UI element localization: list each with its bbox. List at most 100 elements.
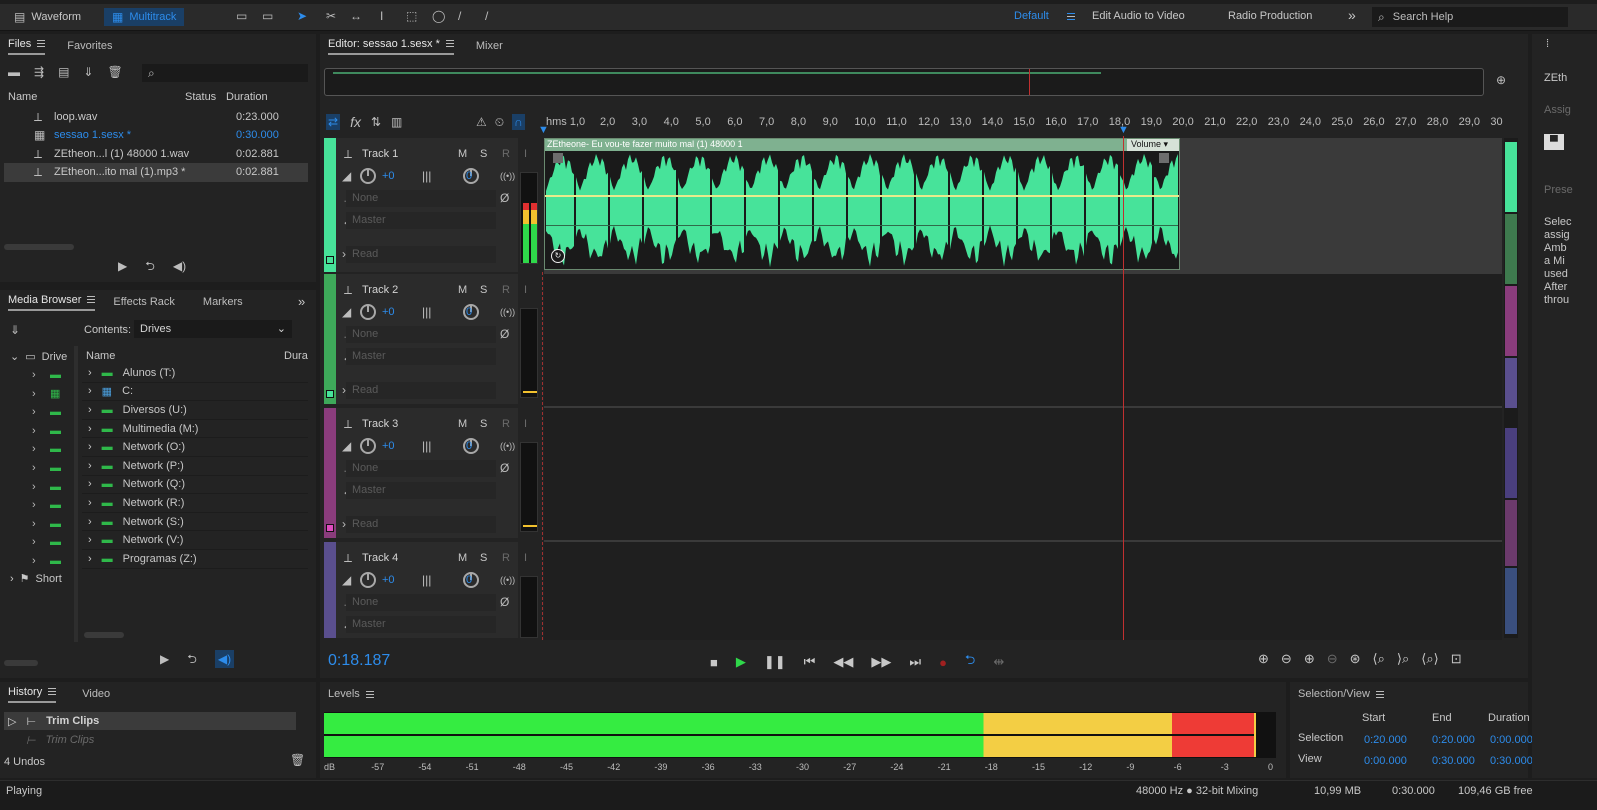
panel-menu-icon[interactable] [445, 40, 454, 48]
volume-value[interactable]: +0 [382, 574, 395, 586]
tab-history[interactable]: History [8, 686, 57, 703]
workspace-radio[interactable]: Radio Production [1228, 10, 1312, 22]
spectral-frequency-icon[interactable]: ▭ [236, 10, 247, 22]
zoom-in-point-icon[interactable]: ⟨⌕ [1373, 651, 1385, 667]
track-2-header[interactable]: ⟂ Track 2 M S R I ◢ +0 ||| 0 ((•)) → Non… [324, 274, 538, 404]
tab-media-browser[interactable]: Media Browser [8, 294, 96, 311]
view-duration-field[interactable]: 0:30.000 [1490, 755, 1533, 767]
col-duration[interactable]: Dura [284, 350, 308, 362]
start-marker-icon[interactable]: ▼ [538, 124, 549, 136]
automation-mode-select[interactable]: Read [346, 246, 496, 263]
track-name[interactable]: Track 2 [362, 284, 398, 296]
input-select[interactable]: None [346, 594, 496, 611]
mute-button[interactable]: M [458, 148, 467, 160]
stop-icon[interactable]: ■ [710, 655, 718, 670]
solo-button[interactable]: S [480, 552, 487, 564]
levels-title[interactable]: Levels [328, 688, 374, 700]
solo-button[interactable]: S [480, 418, 487, 430]
list-item[interactable]: › ▬ Network (P:) [82, 457, 308, 476]
track-scroll-overview[interactable] [1504, 138, 1518, 638]
pan-value[interactable]: 0 [466, 170, 472, 182]
panel-menu-icon[interactable] [1375, 690, 1384, 698]
zoom-navigator-icon[interactable]: ⊕ [1496, 74, 1506, 86]
output-select[interactable]: Master [346, 348, 496, 365]
col-status[interactable]: Status [185, 91, 216, 103]
col-name[interactable]: Name [8, 91, 37, 103]
file-item[interactable]: ⟂ ZEtheon...ito mal (1).mp3 * 0:02.881 [4, 163, 308, 182]
tree-scrollbar[interactable] [4, 660, 38, 666]
tree-drive-item[interactable]: › › › › › › › › › › › [32, 366, 36, 571]
multitrack-button[interactable]: ▦ Multitrack [104, 8, 185, 26]
tab-video[interactable]: Video [82, 688, 110, 700]
search-help-field[interactable]: ⌕ Search Help [1372, 7, 1568, 27]
volume-knob[interactable] [360, 572, 376, 588]
volume-knob[interactable] [360, 304, 376, 320]
list-scrollbar[interactable] [84, 632, 124, 638]
zoom-in-time-icon[interactable]: ⊕ [1304, 651, 1315, 667]
tab-mixer[interactable]: Mixer [476, 40, 503, 52]
monitor-input-button[interactable]: I [524, 148, 527, 160]
loop-playback-icon[interactable]: ⮌ [965, 651, 975, 673]
workspace-menu-icon[interactable] [1066, 12, 1075, 20]
workspace-edit-audio[interactable]: Edit Audio to Video [1092, 10, 1185, 22]
record-arm-button[interactable]: R [502, 552, 510, 564]
files-scrollbar[interactable] [4, 244, 74, 250]
timer-icon[interactable]: ⏲ [495, 116, 504, 128]
import-icon[interactable]: ⇶ [34, 66, 44, 78]
list-item[interactable]: › ▬ Network (S:) [82, 513, 308, 532]
clip-loop-icon[interactable]: ↻ [551, 249, 565, 263]
snap-icon[interactable]: ∩ [512, 114, 525, 130]
tree-splitter[interactable] [74, 346, 78, 642]
mute-button[interactable]: M [458, 552, 467, 564]
sends-icon[interactable]: ⇅ [371, 116, 381, 128]
time-ruler[interactable]: hms 1,0 2,0 3,0 4,0 5,0 6,0 7,0 8,0 9,0 10,0 11,0… [538, 114, 1503, 136]
zoom-all-icon[interactable]: ⟨⌕⟩ [1421, 651, 1438, 667]
comment-icon[interactable]: ▀ [1544, 134, 1564, 150]
record-arm-button[interactable]: R [502, 284, 510, 296]
record-arm-button[interactable]: R [502, 148, 510, 160]
sum-icon[interactable]: ((•)) [500, 170, 515, 182]
track-3-lane[interactable] [544, 406, 1502, 540]
list-item[interactable]: › ▬ Network (O:) [82, 438, 308, 457]
list-item[interactable]: › ▬ Network (Q:) [82, 476, 308, 495]
loop-icon[interactable]: ⮌ [187, 653, 197, 665]
panels-more-button[interactable]: » [298, 294, 305, 309]
mute-button[interactable]: M [458, 418, 467, 430]
pan-value[interactable]: 0 [466, 574, 472, 586]
zoom-out-full-icon[interactable]: ⊖ [1327, 651, 1338, 667]
solo-button[interactable]: S [480, 148, 487, 160]
volume-value[interactable]: +0 [382, 170, 395, 182]
monitor-input-button[interactable]: I [524, 284, 527, 296]
panel-menu-icon[interactable] [37, 40, 46, 48]
track-name[interactable]: Track 4 [362, 552, 398, 564]
list-item[interactable]: › ▬ Diversos (U:) [82, 401, 308, 420]
import-media-icon[interactable]: ⇓ [10, 324, 20, 336]
tree-drives[interactable]: ⌄ ▭ Drive [10, 350, 67, 364]
play-icon[interactable]: ▶ [118, 260, 127, 272]
selection-end-field[interactable]: 0:20.000 [1432, 734, 1475, 746]
automation-mode-select[interactable]: Read [346, 516, 496, 533]
go-to-start-icon[interactable]: ⏮ [804, 654, 816, 670]
input-select[interactable]: None [346, 460, 496, 477]
phase-invert-icon[interactable]: Ø [500, 192, 509, 204]
zoom-out-amplitude-icon[interactable]: ⊖ [1281, 651, 1292, 667]
inputs-outputs-icon[interactable]: ⇄ [326, 114, 341, 130]
history-item[interactable]: ▷ ⊢ Trim Clips [4, 712, 296, 730]
view-end-field[interactable]: 0:30.000 [1432, 755, 1475, 767]
record-arm-button[interactable]: R [502, 418, 510, 430]
mute-button[interactable]: M [458, 284, 467, 296]
list-item[interactable]: › ▬ Network (V:) [82, 531, 308, 550]
phase-invert-icon[interactable]: Ø [500, 462, 509, 474]
selection-duration-field[interactable]: 0:00.000 [1490, 734, 1533, 746]
skip-selection-icon[interactable]: ⇹ [993, 654, 1004, 670]
spectral-pitch-icon[interactable]: ▭ [262, 10, 273, 22]
track-3-header[interactable]: ⟂ Track 3 M S R I ◢ +0 ||| 0 ((•)) → Non… [324, 408, 538, 538]
lasso-icon[interactable]: ◯ [432, 10, 445, 22]
clip-fade-in-handle[interactable] [553, 153, 563, 163]
slip-tool-icon[interactable]: ↔ [350, 10, 362, 22]
razor-tool-icon[interactable]: ✂ [326, 10, 336, 22]
current-time[interactable]: 0:18.187 [328, 652, 390, 670]
history-item[interactable]: ⊢ Trim Clips [4, 731, 296, 749]
zoom-selection-icon[interactable]: ⊛ [1350, 651, 1361, 667]
track-select-box[interactable] [326, 256, 334, 264]
